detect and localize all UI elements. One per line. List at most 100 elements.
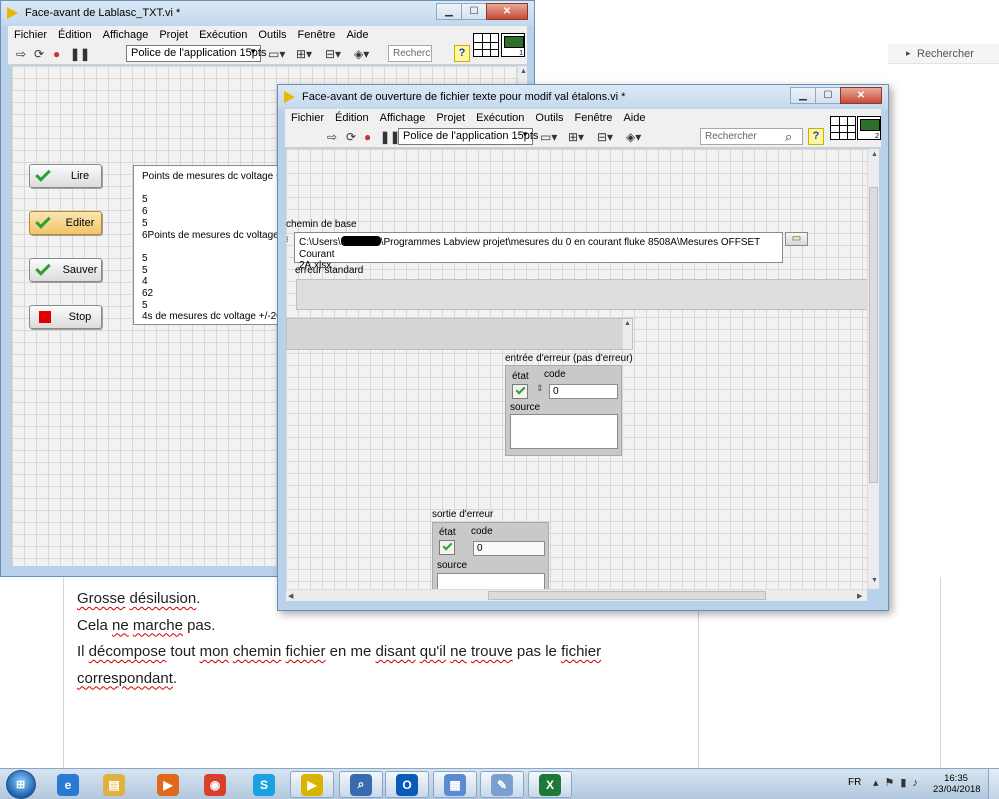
taskbar-app-chrome[interactable]: ◉ bbox=[193, 771, 237, 798]
abort-icon[interactable]: ● bbox=[53, 47, 60, 61]
stop-button[interactable]: Stop bbox=[29, 305, 102, 329]
pause-icon[interactable]: ❚❚ bbox=[70, 47, 90, 61]
taskbar-app-paint[interactable]: ✎ bbox=[480, 771, 524, 798]
font-selector[interactable]: Police de l'application 15pts ▼ bbox=[398, 128, 538, 145]
error-in-code-field[interactable]: 0 bbox=[549, 384, 618, 399]
context-help-icon[interactable]: ? bbox=[454, 45, 470, 62]
close-button[interactable]: ✕ bbox=[840, 87, 882, 104]
menu-item-w1-1[interactable]: Édition bbox=[58, 29, 92, 41]
string-indicator[interactable]: Points de mesures dc voltage +/- 5 6 5 6… bbox=[133, 165, 283, 325]
search-input[interactable]: Rechercher bbox=[388, 45, 432, 62]
menu-item-w1-0[interactable]: Fichier bbox=[14, 29, 47, 41]
expand-arrow-icon[interactable]: ▸ bbox=[906, 48, 911, 59]
clock[interactable]: 16:35 23/04/2018 bbox=[933, 773, 981, 795]
taskbar-app-media-player[interactable]: ▶ bbox=[146, 771, 190, 798]
document-search-label[interactable]: Rechercher bbox=[917, 48, 974, 60]
taskbar-app-folder-docs[interactable]: ▦ bbox=[433, 771, 477, 798]
maximize-button[interactable]: ☐ bbox=[815, 87, 841, 104]
window-titlebar[interactable]: Face-avant de ouverture de fichier texte… bbox=[278, 85, 888, 110]
show-desktop-button[interactable] bbox=[988, 769, 999, 799]
search-icon[interactable]: ⌕ bbox=[785, 129, 792, 145]
scroll-up-icon[interactable]: ▲ bbox=[624, 320, 631, 327]
standard-error-display[interactable] bbox=[296, 279, 867, 310]
connector-pane-icon[interactable] bbox=[473, 33, 499, 57]
menu-item-w1-3[interactable]: Projet bbox=[159, 29, 188, 41]
taskbar-app-excel[interactable]: X bbox=[528, 771, 572, 798]
menu-item-w2-1[interactable]: Édition bbox=[335, 112, 369, 124]
language-indicator[interactable]: FR bbox=[848, 777, 861, 788]
align-objects-icon[interactable]: ▭▾ bbox=[540, 130, 557, 144]
system-tray-icons[interactable]: ▴⚑▮♪ bbox=[873, 776, 924, 789]
menu-item-w2-6[interactable]: Fenêtre bbox=[575, 112, 613, 124]
vertical-scrollbar[interactable]: ▲ ▼ bbox=[867, 149, 879, 589]
error-out-source-label: source bbox=[437, 560, 468, 571]
maximize-button[interactable]: ☐ bbox=[461, 3, 487, 20]
taskbar-app-internet-explorer[interactable]: e bbox=[46, 771, 90, 798]
reorder-icon[interactable]: ◈▾ bbox=[354, 47, 369, 61]
front-panel[interactable]: chemin de base ⁝ C:\Users\ \Programmes La… bbox=[286, 149, 867, 589]
connector-pane-icon[interactable] bbox=[830, 116, 856, 140]
taskbar-app-labview[interactable]: ▶ bbox=[290, 771, 334, 798]
vi-icon-thumbnail[interactable]: 1 bbox=[501, 33, 525, 57]
font-selector[interactable]: Police de l'application 15pts ▼ bbox=[126, 45, 266, 62]
distribute-objects-icon[interactable]: ⊞▾ bbox=[296, 47, 312, 61]
scrollbar-thumb[interactable] bbox=[869, 187, 878, 483]
scroll-left-icon[interactable]: ◀ bbox=[288, 592, 293, 600]
scroll-down-icon[interactable]: ▼ bbox=[871, 577, 878, 584]
error-in-status-label: état bbox=[512, 371, 529, 382]
scroll-up-icon[interactable]: ▲ bbox=[871, 151, 878, 158]
sauver-button[interactable]: Sauver bbox=[29, 258, 102, 282]
editer-button[interactable]: Editer bbox=[29, 211, 102, 235]
taskbar-app-file-explorer[interactable]: ▤ bbox=[92, 771, 136, 798]
menu-item-w2-0[interactable]: Fichier bbox=[291, 112, 324, 124]
menu-item-w2-4[interactable]: Exécution bbox=[476, 112, 524, 124]
minimize-button[interactable]: ▁ bbox=[790, 87, 816, 104]
run-arrow-icon[interactable]: ⇨ bbox=[327, 130, 337, 144]
scroll-right-icon[interactable]: ▶ bbox=[857, 592, 862, 600]
horizontal-scrollbar[interactable]: ◀ ▶ bbox=[286, 589, 867, 601]
labview-vi-icon bbox=[7, 7, 18, 19]
taskbar-app-skype[interactable]: S bbox=[242, 771, 286, 798]
menu-item-w2-7[interactable]: Aide bbox=[623, 112, 645, 124]
menu-item-w1-7[interactable]: Aide bbox=[346, 29, 368, 41]
run-arrow-icon[interactable]: ⇨ bbox=[16, 47, 26, 61]
base-path-label: chemin de base bbox=[286, 219, 357, 230]
menu-item-w1-2[interactable]: Affichage bbox=[103, 29, 149, 41]
align-objects-icon[interactable]: ▭▾ bbox=[268, 47, 285, 61]
distribute-objects-icon[interactable]: ⊞▾ bbox=[568, 130, 584, 144]
context-help-icon[interactable]: ? bbox=[808, 128, 824, 145]
scrollbar-thumb[interactable] bbox=[488, 591, 766, 600]
error-in-cluster[interactable]: état code ⇕ 0 source bbox=[505, 365, 622, 456]
run-continuously-icon[interactable]: ⟳ bbox=[34, 47, 44, 61]
scroll-up-icon[interactable]: ▲ bbox=[520, 68, 527, 75]
abort-icon[interactable]: ● bbox=[364, 130, 371, 144]
taskbar-app-search-tool[interactable]: ⌕ bbox=[339, 771, 383, 798]
labview-window-ouverture-fichier[interactable]: Face-avant de ouverture de fichier texte… bbox=[277, 84, 889, 611]
vi-icon-thumbnail[interactable]: 2 bbox=[857, 116, 881, 140]
lire-button[interactable]: Lire bbox=[29, 164, 102, 188]
error-in-source-field[interactable] bbox=[510, 414, 618, 449]
taskbar-app-outlook[interactable]: O bbox=[385, 771, 429, 798]
misspelled-word: décompose bbox=[88, 643, 167, 660]
reorder-icon[interactable]: ◈▾ bbox=[626, 130, 641, 144]
close-button[interactable]: ✕ bbox=[486, 3, 528, 20]
base-path-field[interactable]: C:\Users\ \Programmes Labview projet\mesu… bbox=[294, 232, 783, 271]
increment-decrement-icon[interactable]: ⇕ bbox=[536, 383, 544, 394]
minimize-button[interactable]: ▁ bbox=[436, 3, 462, 20]
start-button[interactable]: ⊞ bbox=[6, 770, 36, 799]
resize-objects-icon[interactable]: ⊟▾ bbox=[325, 47, 341, 61]
indicator-scrollbar[interactable]: ▲ bbox=[622, 319, 632, 349]
menu-item-w1-6[interactable]: Fenêtre bbox=[298, 29, 336, 41]
run-continuously-icon[interactable]: ⟳ bbox=[346, 130, 356, 144]
window-titlebar[interactable]: Face-avant de Lablasc_TXT.vi * ▁ ☐ ✕ bbox=[1, 1, 534, 26]
media-player-icon: ▶ bbox=[157, 773, 179, 796]
resize-objects-icon[interactable]: ⊟▾ bbox=[597, 130, 613, 144]
menu-item-w2-2[interactable]: Affichage bbox=[380, 112, 426, 124]
error-in-status-led[interactable] bbox=[512, 384, 528, 399]
menu-item-w2-5[interactable]: Outils bbox=[535, 112, 563, 124]
menu-item-w1-4[interactable]: Exécution bbox=[199, 29, 247, 41]
menu-item-w1-5[interactable]: Outils bbox=[258, 29, 286, 41]
error-out-cluster[interactable]: état code 0 source bbox=[432, 522, 549, 589]
menu-item-w2-3[interactable]: Projet bbox=[436, 112, 465, 124]
browse-folder-icon[interactable]: ▭ bbox=[785, 232, 808, 246]
